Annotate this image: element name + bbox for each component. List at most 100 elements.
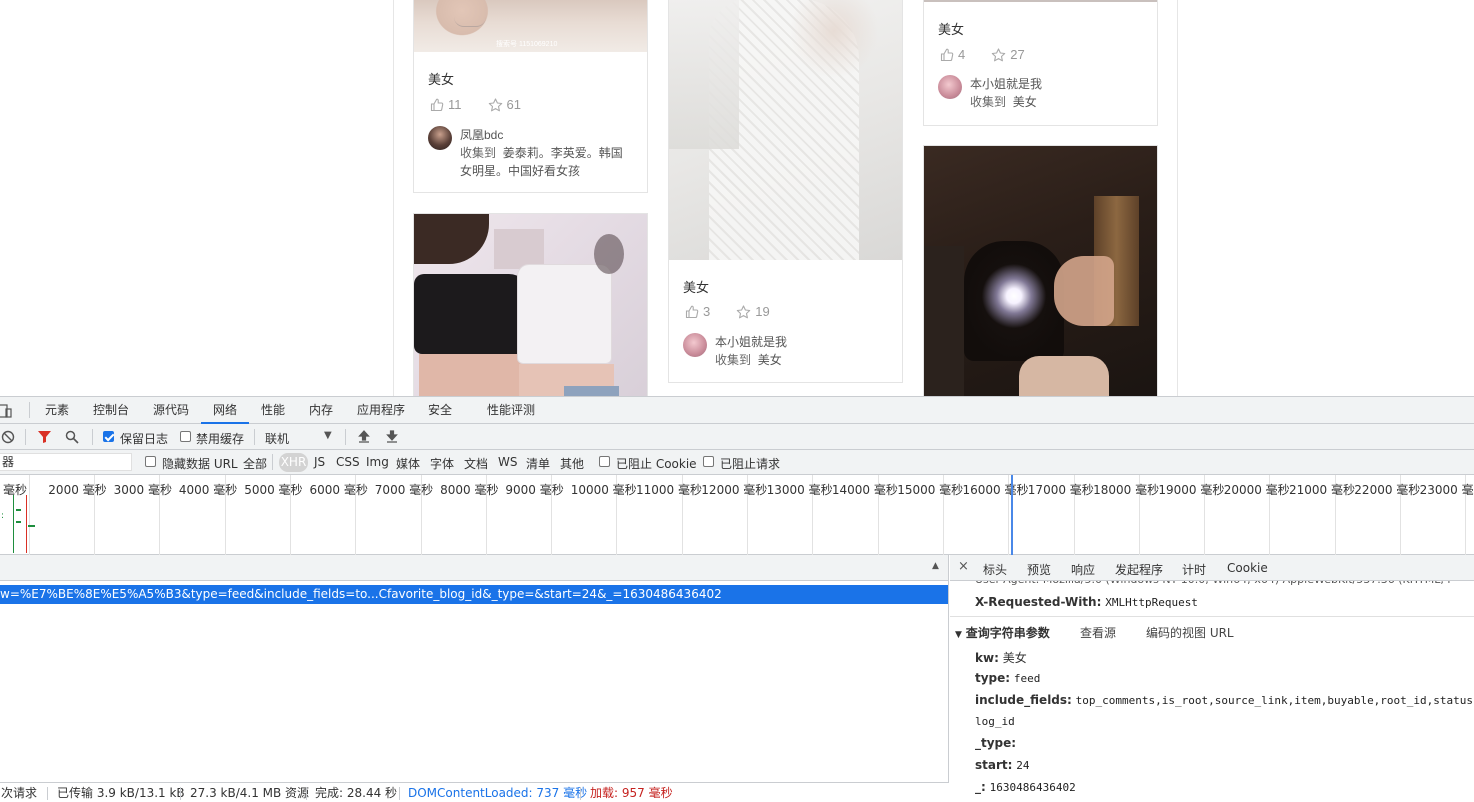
view-url-encoded-link[interactable]: 编码的视图 URL xyxy=(1146,624,1234,641)
image-detail xyxy=(789,0,879,79)
user-name[interactable]: 本小姐就是我 xyxy=(970,75,1042,92)
like-stat[interactable]: 4 xyxy=(940,47,965,62)
pin-title[interactable]: 美女 xyxy=(428,69,454,88)
param-key: start: xyxy=(975,758,1013,772)
pin-image[interactable]: 搜索号 1151069210 xyxy=(414,0,647,52)
network-overview[interactable]: 毫秒 2000 毫秒 3000 毫秒 4000 毫秒 5000 毫秒 6000 毫秒 700… xyxy=(0,475,1474,555)
pin-image[interactable] xyxy=(924,146,1157,396)
timeline-tick-label: 7000 毫秒 xyxy=(374,483,434,497)
filter-input[interactable]: 器 xyxy=(0,453,132,471)
param-key: kw: xyxy=(975,651,999,665)
close-icon[interactable]: × xyxy=(958,559,969,574)
hide-data-urls-checkbox[interactable] xyxy=(145,456,156,467)
search-icon[interactable] xyxy=(65,430,79,444)
blocked-requests-label[interactable]: 已阻止请求 xyxy=(720,455,780,472)
divider xyxy=(180,787,181,800)
preserve-log-checkbox[interactable] xyxy=(103,431,114,442)
import-har-icon[interactable] xyxy=(357,430,371,444)
type-filter-manifest[interactable]: 清单 xyxy=(526,455,550,472)
divider xyxy=(254,429,255,445)
pin-card[interactable]: 美女 3 19 本小姐就是我 收集到 美女 xyxy=(668,0,903,383)
pin-card[interactable]: 美女 4 27 本小姐就是我 收集到 美女 xyxy=(923,0,1158,126)
view-source-link[interactable]: 查看源 xyxy=(1080,624,1116,641)
chevron-down-icon[interactable]: ▼ xyxy=(324,430,332,441)
favorite-stat[interactable]: 27 xyxy=(991,47,1025,62)
request-row[interactable]: w=%E7%BE%8E%E5%A5%B3&type=feed&include_f… xyxy=(0,585,948,604)
favorite-stat[interactable]: 61 xyxy=(488,97,521,112)
white-top xyxy=(517,264,612,364)
pin-title[interactable]: 美女 xyxy=(938,19,964,38)
pin-image[interactable] xyxy=(924,0,1157,2)
timeline-tick-label: 16000 毫秒 xyxy=(962,483,1029,497)
preserve-log-label[interactable]: 保留日志 xyxy=(120,430,168,447)
type-filter-xhr[interactable]: XHR xyxy=(279,453,308,472)
type-filter-media[interactable]: 媒体 xyxy=(396,455,420,472)
param-row-continued: log_id xyxy=(975,714,1015,728)
param-key: _type: xyxy=(975,736,1017,750)
type-filter-font[interactable]: 字体 xyxy=(430,455,454,472)
tab-headers[interactable]: 标头 xyxy=(983,561,1007,578)
pin-image[interactable] xyxy=(414,214,647,396)
tab-performance[interactable]: 性能 xyxy=(259,397,287,424)
type-filter-js[interactable]: JS xyxy=(314,455,325,469)
collect-info: 收集到 美女 xyxy=(715,351,887,369)
pin-image[interactable] xyxy=(669,0,902,260)
tab-preview[interactable]: 预览 xyxy=(1027,561,1051,578)
favorite-stat[interactable]: 19 xyxy=(736,304,770,319)
pin-card[interactable]: 搜索号 1151069210 美女 11 61 凤凰bdc 收集到 姜泰莉。李英… xyxy=(413,0,648,193)
tab-application[interactable]: 应用程序 xyxy=(355,397,407,424)
type-filter-css[interactable]: CSS xyxy=(336,455,360,469)
clear-icon[interactable] xyxy=(1,430,15,444)
type-filter-other[interactable]: 其他 xyxy=(560,455,584,472)
like-stat[interactable]: 3 xyxy=(685,304,710,319)
throttling-select[interactable]: 联机 xyxy=(265,430,289,447)
request-url: w=%E7%BE%8E%E5%A5%B3&type=feed&include_f… xyxy=(0,587,722,601)
tab-response[interactable]: 响应 xyxy=(1071,561,1095,578)
avatar[interactable] xyxy=(428,126,452,150)
sort-up-icon[interactable]: ▲ xyxy=(932,561,939,571)
tab-lighthouse[interactable]: 性能评测 xyxy=(485,397,537,424)
avatar[interactable] xyxy=(938,75,962,99)
tab-console[interactable]: 控制台 xyxy=(91,397,131,424)
board-link[interactable]: 美女 xyxy=(758,353,782,367)
disable-cache-label[interactable]: 禁用缓存 xyxy=(196,430,244,447)
tab-timing[interactable]: 计时 xyxy=(1182,561,1206,578)
tab-security[interactable]: 安全 xyxy=(426,397,454,424)
divider xyxy=(272,454,273,470)
type-filter-all[interactable]: 全部 xyxy=(243,455,267,472)
query-params-section[interactable]: ▼ 查询字符串参数 xyxy=(955,624,1050,641)
type-filter-doc[interactable]: 文档 xyxy=(464,455,488,472)
pin-card[interactable] xyxy=(923,145,1158,396)
transferred-size: 已传输 3.9 kB/13.1 kB xyxy=(57,786,185,800)
blocked-requests-checkbox[interactable] xyxy=(703,456,714,467)
filter-icon[interactable] xyxy=(37,430,52,444)
pin-stats: 4 27 xyxy=(940,47,1051,62)
user-name[interactable]: 本小姐就是我 xyxy=(715,333,787,350)
tab-memory[interactable]: 内存 xyxy=(307,397,335,424)
device-toolbar-icon[interactable] xyxy=(0,403,14,419)
pin-title[interactable]: 美女 xyxy=(683,277,709,296)
blocked-cookies-checkbox[interactable] xyxy=(599,456,610,467)
tab-cookies[interactable]: Cookie xyxy=(1227,561,1268,575)
type-filter-ws[interactable]: WS xyxy=(498,455,517,469)
disable-cache-checkbox[interactable] xyxy=(180,431,191,442)
user-name[interactable]: 凤凰bdc xyxy=(460,126,503,143)
hide-data-urls-label[interactable]: 隐藏数据 URL xyxy=(162,455,238,472)
thumbs-up-icon xyxy=(940,48,954,61)
param-row: type: feed xyxy=(975,671,1040,685)
timeline-tick-label: 15000 毫秒 xyxy=(897,483,964,497)
export-har-icon[interactable] xyxy=(385,430,399,444)
network-toolbar: 保留日志 禁用缓存 联机 ▼ xyxy=(0,424,1474,450)
tab-network[interactable]: 网络 xyxy=(201,397,249,424)
load-marker xyxy=(1011,475,1013,555)
board-link[interactable]: 美女 xyxy=(1013,95,1037,109)
tab-initiator[interactable]: 发起程序 xyxy=(1115,561,1163,578)
pin-card[interactable] xyxy=(413,213,648,396)
type-filter-img[interactable]: Img xyxy=(366,455,389,469)
like-stat[interactable]: 11 xyxy=(430,97,462,112)
tab-sources[interactable]: 源代码 xyxy=(151,397,191,424)
avatar[interactable] xyxy=(683,333,707,357)
timeline-tick-label: 22000 毫秒 xyxy=(1354,483,1421,497)
blocked-cookies-label[interactable]: 已阻止 Cookie xyxy=(616,455,697,472)
tab-elements[interactable]: 元素 xyxy=(43,397,71,424)
